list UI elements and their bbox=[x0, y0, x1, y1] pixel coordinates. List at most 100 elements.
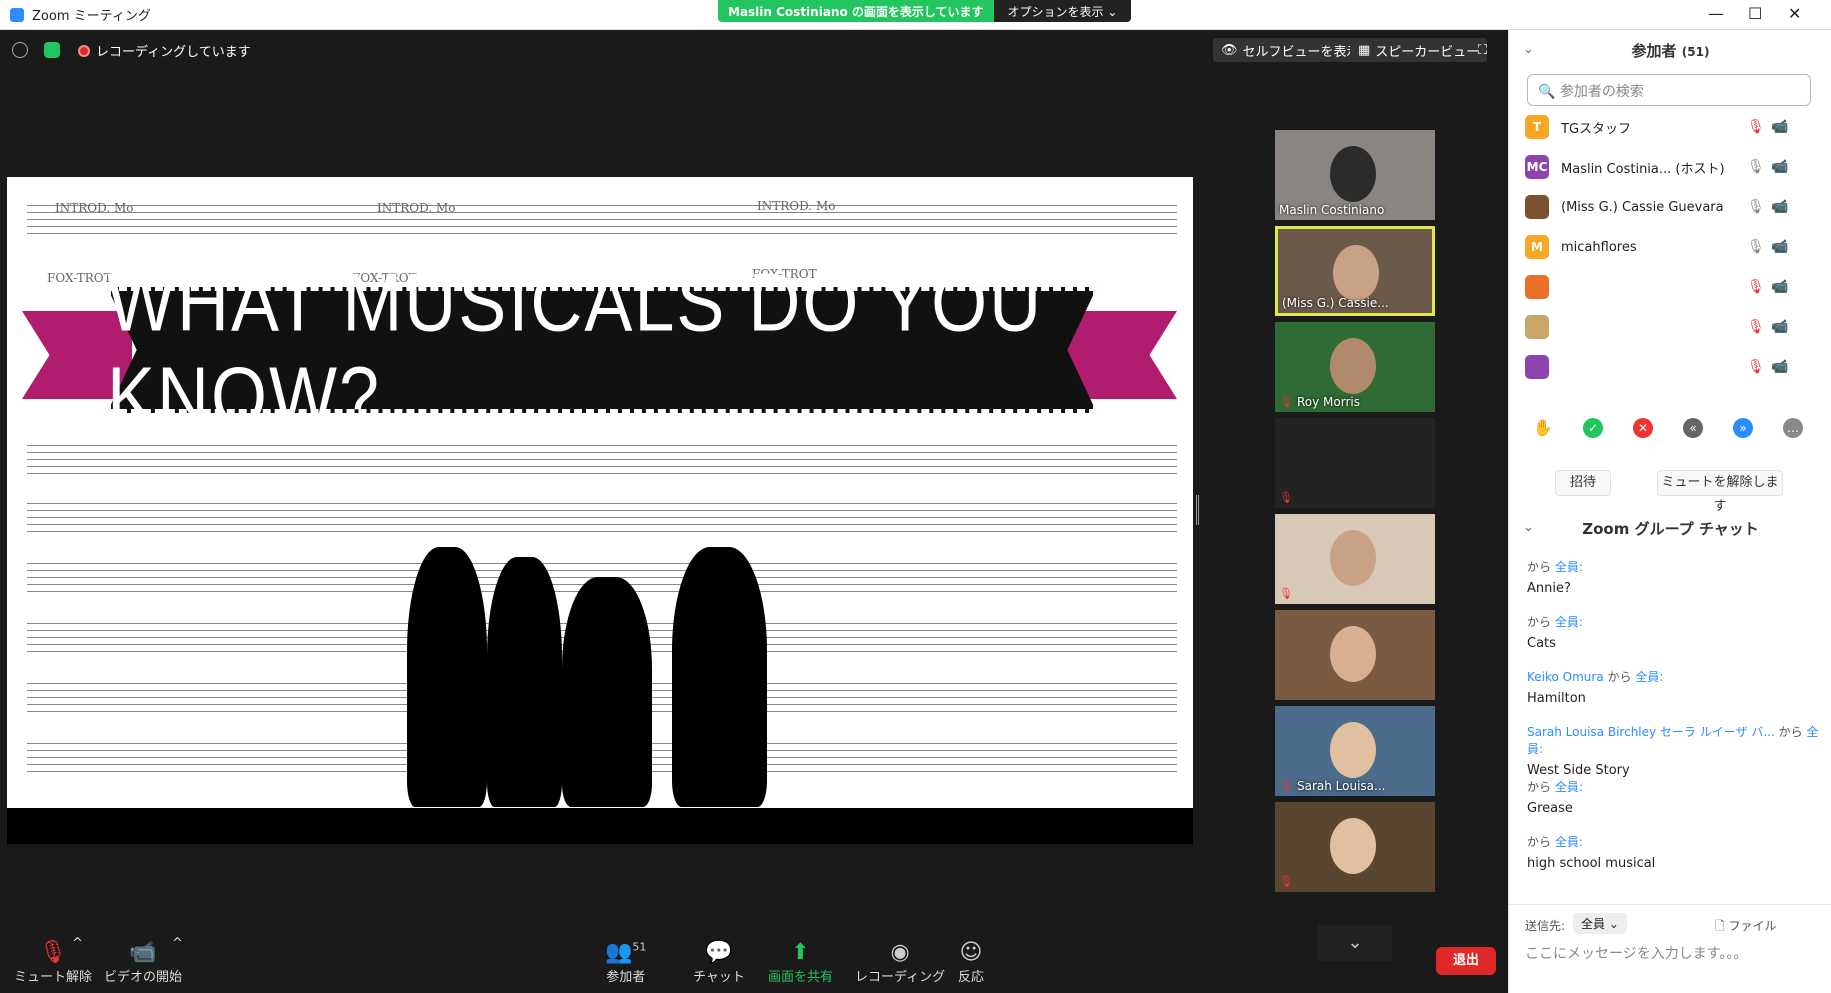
mic-icon[interactable]: 🎙 bbox=[1747, 199, 1765, 215]
avatar bbox=[1525, 195, 1549, 219]
video-tile[interactable]: 🎙 Sarah Louisa... bbox=[1275, 706, 1435, 796]
minimize-icon[interactable]: — bbox=[1708, 4, 1724, 23]
mic-off-icon[interactable]: 🎙 bbox=[1747, 279, 1765, 295]
search-icon: 🔍 bbox=[1538, 84, 1556, 100]
yes-check-icon[interactable]: ✓ bbox=[1583, 418, 1603, 438]
video-tile[interactable]: Maslin Costiniano bbox=[1275, 130, 1435, 220]
speaker-view-button[interactable]: ▦ スピーカービュー bbox=[1350, 38, 1488, 62]
video-tile[interactable]: (Miss G.) Cassie... bbox=[1275, 226, 1435, 316]
shared-screen[interactable]: INTROD. Mo INTROD. Mo INTROD. Mo FOX-TRO… bbox=[7, 177, 1193, 844]
avatar bbox=[1525, 315, 1549, 339]
silhouette bbox=[407, 547, 487, 807]
invite-button[interactable]: 招待 bbox=[1555, 470, 1611, 496]
video-icon[interactable]: 📹 bbox=[1771, 199, 1788, 215]
mic-icon[interactable]: 🎙 bbox=[1747, 239, 1765, 255]
unmute-all-button[interactable]: ミュートを解除します bbox=[1657, 470, 1783, 514]
no-x-icon[interactable]: ✕ bbox=[1633, 418, 1653, 438]
close-icon[interactable]: ✕ bbox=[1788, 4, 1801, 23]
share-arrow-icon: ⬆ bbox=[791, 940, 810, 965]
leave-button[interactable]: 退出 bbox=[1436, 947, 1496, 975]
mic-off-icon: 🎙 bbox=[1279, 779, 1293, 792]
reactions-button[interactable]: ☺ 反応 bbox=[958, 940, 984, 985]
participant-search-input[interactable]: 🔍 参加者の検索 bbox=[1527, 74, 1811, 106]
participants-count: (51) bbox=[1681, 45, 1710, 59]
split-handle[interactable] bbox=[1196, 495, 1199, 525]
mic-off-icon: 🎙 bbox=[1279, 491, 1293, 504]
recording-button[interactable]: ◉ レコーディング bbox=[855, 940, 945, 985]
participants-label: 参加者 bbox=[606, 970, 646, 985]
chat-button[interactable]: 💬 チャット bbox=[693, 940, 745, 985]
start-video-button[interactable]: 📹 ビデオの開始 bbox=[104, 940, 182, 985]
people-icon: 👥51 bbox=[605, 940, 647, 965]
record-icon: ◉ bbox=[890, 940, 910, 965]
avatar bbox=[1525, 275, 1549, 299]
message-text: Grease bbox=[1527, 801, 1573, 816]
message-text: Hamilton bbox=[1527, 691, 1586, 706]
maximize-icon[interactable]: ☐ bbox=[1748, 4, 1762, 23]
raise-hand-icon[interactable]: ✋ bbox=[1533, 418, 1553, 438]
chat-message: から 全員: Grease bbox=[1527, 778, 1822, 816]
chat-input[interactable]: ここにメッセージを入力します。。。 bbox=[1525, 943, 1747, 963]
start-video-label: ビデオの開始 bbox=[104, 970, 183, 985]
silhouette bbox=[487, 557, 562, 807]
staff-text: INTROD. Mo bbox=[377, 201, 456, 215]
music-staff bbox=[27, 497, 1177, 533]
participant-row[interactable]: 🎙 📹 bbox=[1525, 270, 1825, 304]
chat-icon: 💬 bbox=[705, 940, 733, 965]
participant-row[interactable]: (Miss G.) Cassie Guevara 🎙 📹 bbox=[1525, 190, 1825, 224]
fullscreen-icon[interactable]: ⛶ bbox=[1470, 38, 1495, 62]
video-tile[interactable]: 🎙 Roy Morris bbox=[1275, 322, 1435, 412]
recording-indicator: レコーディングしています bbox=[78, 41, 251, 60]
participants-button[interactable]: 👥51 参加者 bbox=[605, 940, 646, 985]
participant-row[interactable]: MC Maslin Costinia... (ホスト) 🎙 📹 bbox=[1525, 150, 1825, 184]
eye-icon: 👁 bbox=[1221, 42, 1238, 58]
mic-off-icon: 🎙 bbox=[1279, 395, 1293, 408]
silhouette bbox=[562, 577, 652, 807]
mic-off-icon[interactable]: 🎙 bbox=[1747, 319, 1765, 335]
video-off-icon[interactable]: 📹 bbox=[1771, 279, 1788, 295]
video-off-icon[interactable]: 📹 bbox=[1771, 319, 1788, 335]
video-options-chevron-icon[interactable]: ^ bbox=[172, 936, 183, 951]
share-label: 画面を共有 bbox=[768, 970, 834, 985]
video-tile[interactable]: 🎙 bbox=[1275, 418, 1435, 508]
faster-icon[interactable]: » bbox=[1733, 418, 1753, 438]
video-off-icon[interactable]: 📹 bbox=[1771, 119, 1788, 135]
message-text: Annie? bbox=[1527, 581, 1571, 596]
video-icon[interactable]: 📹 bbox=[1771, 239, 1788, 255]
tile-name: (Miss G.) Cassie... bbox=[1282, 296, 1389, 310]
slide-title: WHAT MUSICALS DO YOU KNOW? bbox=[107, 256, 1044, 444]
shield-icon[interactable] bbox=[44, 42, 60, 58]
speaker-view-label: スピーカービュー bbox=[1375, 44, 1480, 60]
mic-icon[interactable]: 🎙 bbox=[1747, 159, 1765, 175]
file-button[interactable]: 🗋 ファイル bbox=[1715, 917, 1777, 938]
audio-options-chevron-icon[interactable]: ^ bbox=[72, 936, 83, 951]
video-off-icon: 📹 bbox=[129, 940, 157, 965]
tile-name: Roy Morris bbox=[1297, 395, 1360, 409]
self-view-button[interactable]: 👁 セルフビューを表示 bbox=[1213, 38, 1368, 62]
send-to-select[interactable]: 全員 ⌄ bbox=[1573, 913, 1627, 934]
options-button[interactable]: オプションを表示 ⌄ bbox=[993, 0, 1132, 22]
sender: Sarah Louisa Birchley セーラ ルイーザ バ... bbox=[1527, 725, 1775, 739]
video-tile[interactable]: 🎙 bbox=[1275, 802, 1435, 892]
slower-icon[interactable]: « bbox=[1683, 418, 1703, 438]
avatar: M bbox=[1525, 235, 1549, 259]
participant-row[interactable]: Mmicahflores 🎙 📹 bbox=[1525, 230, 1825, 264]
video-icon[interactable]: 📹 bbox=[1771, 159, 1788, 175]
more-icon[interactable]: … bbox=[1783, 418, 1803, 438]
mic-off-icon[interactable]: 🎙 bbox=[1747, 359, 1765, 375]
unmute-label: ミュート解除 bbox=[14, 970, 93, 985]
mic-off-icon[interactable]: 🎙 bbox=[1747, 119, 1765, 135]
share-screen-button[interactable]: ⬆ 画面を共有 bbox=[768, 940, 833, 985]
send-to-label: 送信先: bbox=[1525, 919, 1566, 933]
participant-row[interactable]: 🎙 📹 bbox=[1525, 350, 1825, 384]
video-tile[interactable]: 🎙 bbox=[1275, 514, 1435, 604]
message-text: high school musical bbox=[1527, 856, 1656, 871]
video-tile[interactable] bbox=[1275, 610, 1435, 700]
video-off-icon[interactable]: 📹 bbox=[1771, 359, 1788, 375]
staff-text: FOX-TROT bbox=[47, 271, 112, 285]
info-icon[interactable] bbox=[12, 42, 28, 58]
recording-label: レコーディングしています bbox=[96, 45, 251, 60]
participant-row[interactable]: 🎙 📹 bbox=[1525, 310, 1825, 344]
participant-row[interactable]: T TGスタッフ 🎙 📹 bbox=[1525, 110, 1825, 144]
chat-message: から 全員: high school musical bbox=[1527, 833, 1822, 871]
